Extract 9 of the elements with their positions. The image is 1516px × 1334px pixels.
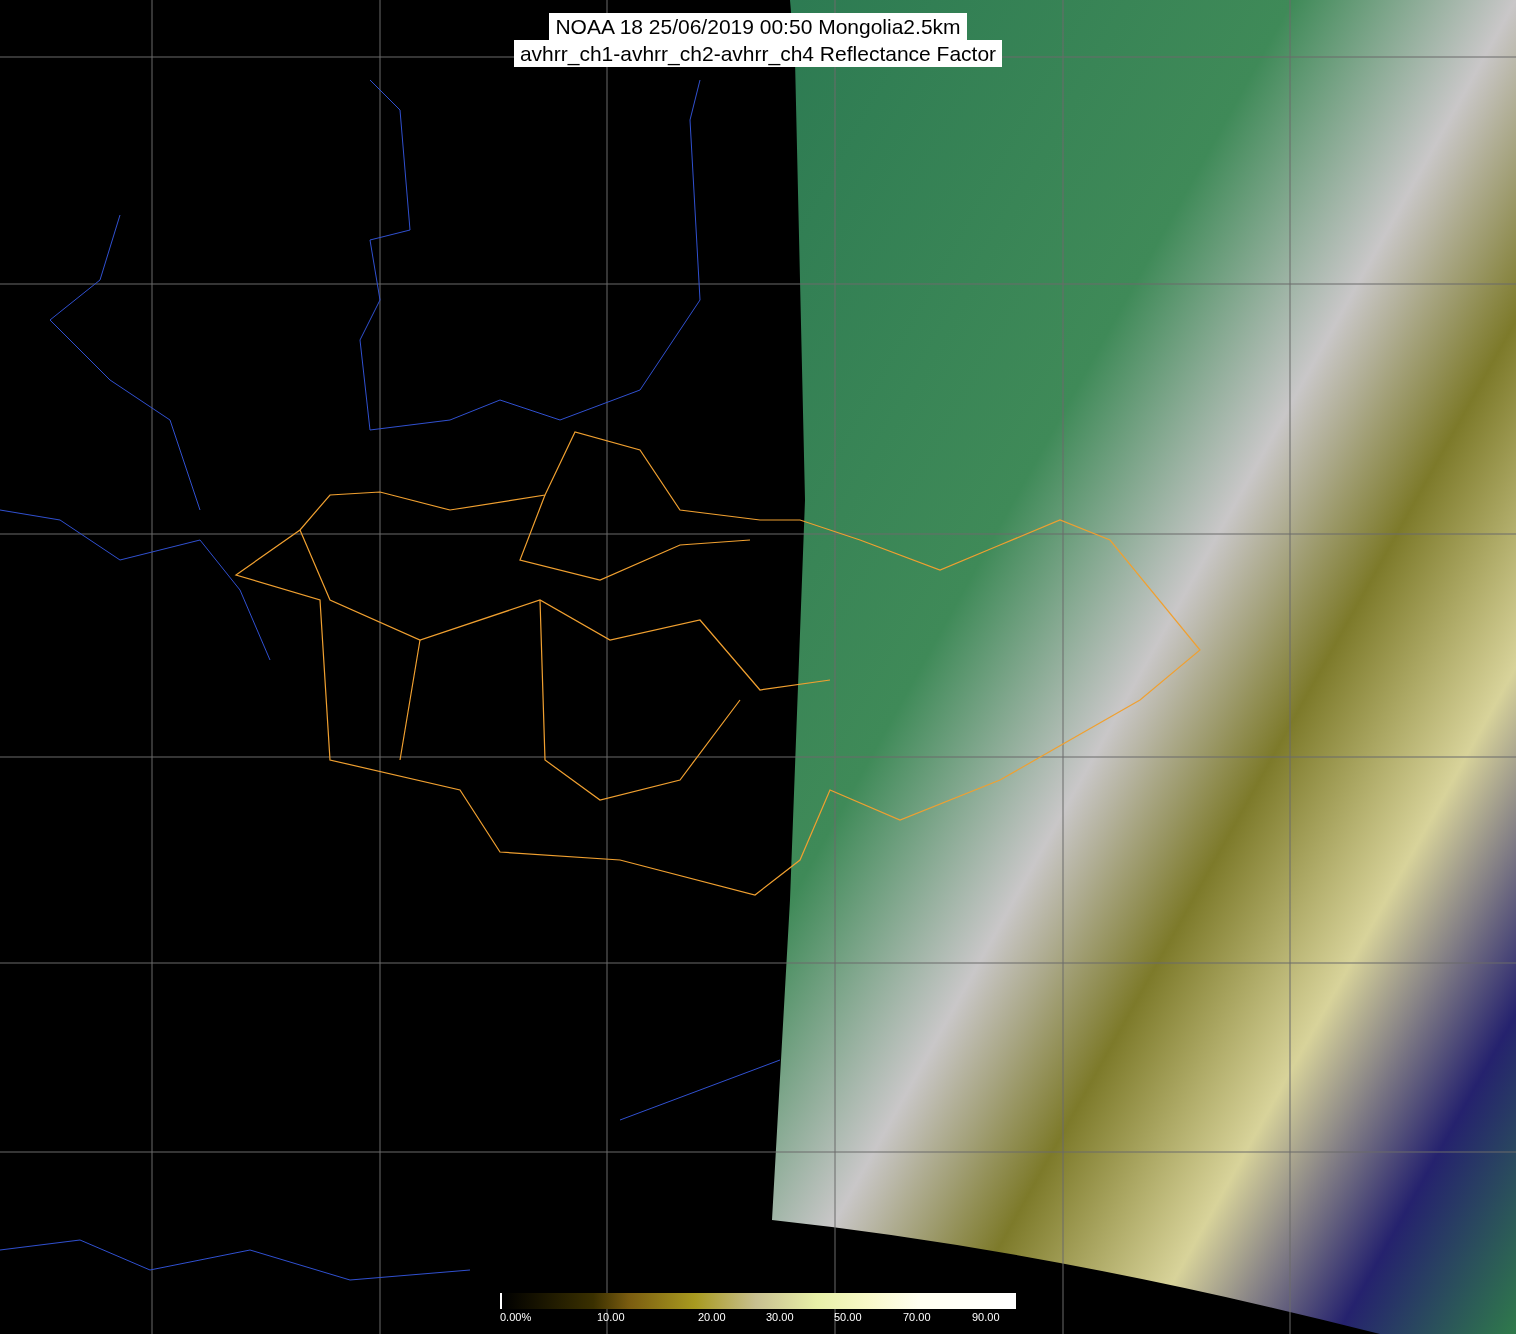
colorbar-tick-label: 90.00 (972, 1311, 1000, 1323)
map-title: NOAA 18 25/06/2019 00:50 Mongolia2.5km (549, 13, 967, 40)
colorbar-tick-label: 20.00 (698, 1311, 726, 1323)
colorbar-tick-label: 30.00 (766, 1311, 794, 1323)
colorbar-tick-label: 10.00 (597, 1311, 625, 1323)
colorbar-tick-label: 70.00 (903, 1311, 931, 1323)
colorbar-tick-label: 50.00 (834, 1311, 862, 1323)
colorbar-tick-label: 0.00% (500, 1311, 532, 1323)
map-title: avhrr_ch1-avhrr_ch2-avhrr_ch4 Reflectance Factor (513, 40, 1003, 67)
